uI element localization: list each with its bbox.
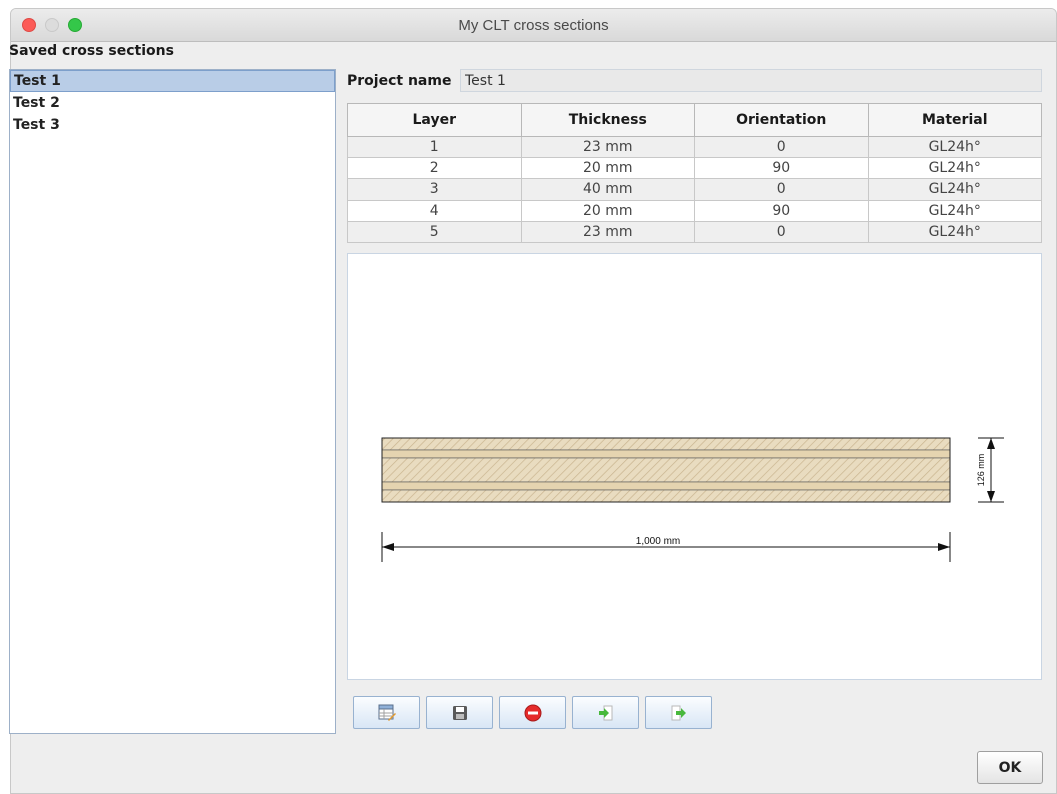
edit-table-icon [378, 704, 396, 721]
table-row[interactable]: 2 20 mm 90 GL24h° [347, 157, 1042, 180]
cell-material[interactable]: GL24h° [867, 178, 1042, 201]
table-header-row: Layer Thickness Orientation Material [347, 103, 1042, 137]
delete-cross-section-button[interactable] [499, 696, 566, 729]
export-arrow-icon [671, 705, 686, 720]
save-cross-section-button[interactable] [426, 696, 493, 729]
cell-orientation[interactable]: 0 [694, 135, 869, 159]
table-row[interactable]: 3 40 mm 0 GL24h° [347, 178, 1042, 201]
cell-thickness[interactable]: 23 mm [520, 135, 695, 159]
edit-cross-section-button[interactable] [353, 696, 420, 729]
save-disk-icon [452, 705, 467, 720]
height-dimension: 126 mm [976, 437, 1004, 503]
width-dimension: 1,000 mm [381, 532, 951, 562]
title-bar: My CLT cross sections [11, 9, 1056, 42]
cell-thickness[interactable]: 23 mm [520, 220, 695, 244]
delete-stop-icon [524, 704, 541, 721]
cell-layer[interactable]: 4 [347, 199, 522, 222]
cell-material[interactable]: GL24h° [867, 220, 1042, 244]
cell-orientation[interactable]: 90 [694, 199, 869, 222]
layer-4-band [381, 481, 951, 491]
cell-orientation[interactable]: 0 [694, 178, 869, 201]
clt-panel [381, 437, 951, 503]
cell-material[interactable]: GL24h° [867, 135, 1042, 159]
table-row[interactable]: 4 20 mm 90 GL24h° [347, 199, 1042, 222]
saved-item-test-2[interactable]: Test 2 [10, 92, 335, 114]
saved-item-test-1[interactable]: Test 1 [10, 70, 335, 92]
cell-layer[interactable]: 3 [347, 178, 522, 201]
cell-material[interactable]: GL24h° [867, 157, 1042, 180]
column-header-thickness[interactable]: Thickness [520, 103, 695, 137]
export-cross-section-button[interactable] [645, 696, 712, 729]
column-header-material[interactable]: Material [867, 103, 1042, 137]
cell-thickness[interactable]: 20 mm [520, 199, 695, 222]
cell-layer[interactable]: 5 [347, 220, 522, 244]
saved-item-test-3[interactable]: Test 3 [10, 114, 335, 136]
project-name-field[interactable] [460, 69, 1042, 92]
column-header-layer[interactable]: Layer [347, 103, 522, 137]
cell-orientation[interactable]: 0 [694, 220, 869, 244]
cell-orientation[interactable]: 90 [694, 157, 869, 180]
table-row[interactable]: 5 23 mm 0 GL24h° [347, 220, 1042, 244]
import-cross-section-button[interactable] [572, 696, 639, 729]
cell-thickness[interactable]: 40 mm [520, 178, 695, 201]
cell-material[interactable]: GL24h° [867, 199, 1042, 222]
project-name-label: Project name [347, 73, 452, 89]
saved-cross-sections-label: Saved cross sections [9, 43, 174, 59]
height-dimension-label: 126 mm [976, 454, 986, 487]
import-arrow-icon [598, 705, 612, 720]
cell-thickness[interactable]: 20 mm [520, 157, 695, 180]
layer-1-band [381, 437, 951, 451]
window-title: My CLT cross sections [458, 17, 609, 34]
cell-layer[interactable]: 2 [347, 157, 522, 180]
layers-table: Layer Thickness Orientation Material 1 2… [347, 103, 1042, 244]
width-dimension-label: 1,000 mm [636, 536, 680, 547]
table-row[interactable]: 1 23 mm 0 GL24h° [347, 135, 1042, 159]
ok-button[interactable]: OK [977, 751, 1043, 784]
cross-section-svg: 1,000 mm 126 mm [381, 437, 1004, 562]
cell-layer[interactable]: 1 [347, 135, 522, 159]
cross-section-drawing: 1,000 mm 126 mm [347, 253, 1042, 680]
layer-2-band [381, 449, 951, 459]
layer-3-band [381, 457, 951, 483]
saved-cross-sections-list[interactable]: Test 1 Test 2 Test 3 [9, 69, 336, 734]
layer-5-band [381, 489, 951, 503]
column-header-orientation[interactable]: Orientation [694, 103, 869, 137]
